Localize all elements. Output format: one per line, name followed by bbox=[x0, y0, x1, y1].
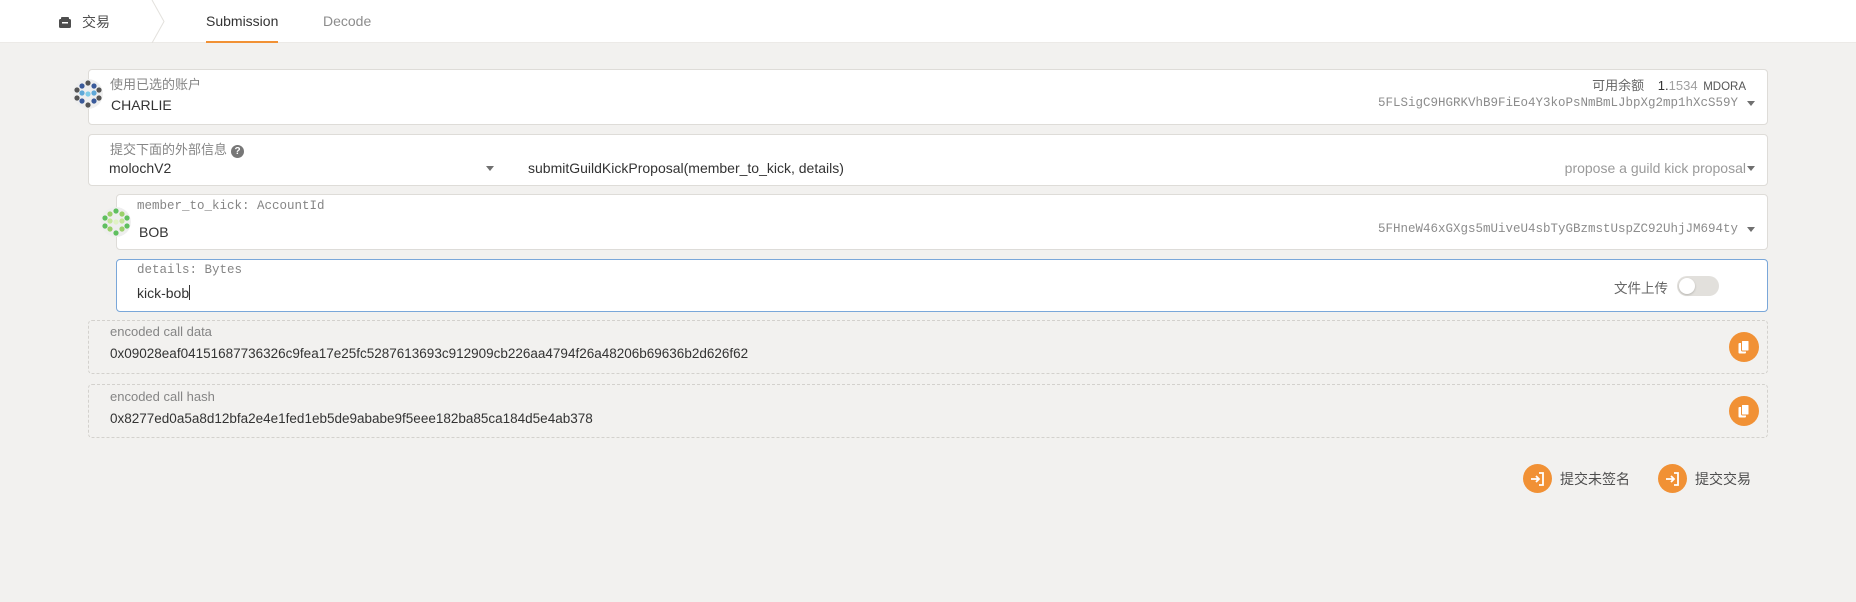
app-title[interactable]: 交易 bbox=[58, 12, 110, 32]
tab-submission[interactable]: Submission bbox=[190, 0, 294, 43]
details-input[interactable] bbox=[116, 259, 1768, 312]
sign-in-icon bbox=[1658, 464, 1687, 493]
balance-integer: 1. bbox=[1657, 78, 1669, 93]
account-dropdown-caret-icon[interactable] bbox=[1747, 101, 1755, 106]
member-name: BOB bbox=[139, 224, 169, 240]
account-name: CHARLIE bbox=[111, 97, 172, 113]
details-value-text: kick-bob bbox=[137, 285, 190, 301]
member-dropdown-caret-icon[interactable] bbox=[1747, 227, 1755, 232]
sign-in-icon bbox=[1523, 464, 1552, 493]
method-select[interactable]: submitGuildKickProposal(member_to_kick, … bbox=[528, 160, 844, 176]
file-upload-label: 文件上传 bbox=[1614, 281, 1668, 296]
details-label: details: Bytes bbox=[137, 263, 243, 277]
copy-icon bbox=[1738, 340, 1750, 354]
available-balance: 可用余额 1.1534 MDORA bbox=[1592, 75, 1746, 94]
extrinsic-label-text: 提交下面的外部信息 bbox=[110, 142, 228, 157]
balance-decimal: 1534 bbox=[1668, 78, 1698, 93]
encoded-call-hash-value: 0x8277ed0a5a8d12bfa2e4e1fed1eb5de9ababe9… bbox=[110, 411, 593, 426]
encoded-call-data-label: encoded call data bbox=[110, 324, 212, 339]
submit-transaction-label: 提交交易 bbox=[1695, 470, 1751, 487]
extrinsic-label: 提交下面的外部信息? bbox=[110, 139, 245, 158]
balance-unit: MDORA bbox=[1703, 81, 1746, 93]
balance-label: 可用余额 bbox=[1592, 78, 1645, 93]
method-dropdown-caret-icon[interactable] bbox=[1747, 166, 1755, 171]
copy-call-hash-button[interactable] bbox=[1729, 396, 1759, 426]
top-navigation-bar: 交易 Submission Decode bbox=[0, 0, 1856, 43]
transaction-icon bbox=[59, 16, 71, 28]
toggle-knob bbox=[1679, 278, 1695, 294]
copy-call-data-button[interactable] bbox=[1729, 332, 1759, 362]
help-icon[interactable]: ? bbox=[231, 145, 245, 158]
submit-unsigned-label: 提交未签名 bbox=[1560, 470, 1630, 487]
chevron-right-separator-icon bbox=[151, 0, 165, 43]
app-title-label: 交易 bbox=[82, 14, 110, 30]
tab-submission-label: Submission bbox=[206, 13, 279, 29]
module-dropdown-caret-icon[interactable] bbox=[486, 166, 494, 171]
account-address: 5FLSigC9HGRKVhB9FiEo4Y3koPsNmBmLJbpXg2mp… bbox=[1377, 96, 1738, 110]
tab-decode[interactable]: Decode bbox=[307, 0, 387, 43]
account-label: 使用已选的账户 bbox=[110, 77, 202, 92]
module-select[interactable]: molochV2 bbox=[109, 160, 171, 176]
encoded-call-data-value: 0x09028eaf04151687736326c9fea17e25fc5287… bbox=[110, 346, 749, 361]
submit-transaction-button[interactable]: 提交交易 bbox=[1658, 464, 1751, 493]
text-cursor bbox=[189, 285, 191, 300]
method-description: propose a guild kick proposal bbox=[1564, 160, 1746, 176]
file-upload-toggle[interactable] bbox=[1677, 276, 1719, 296]
member-to-kick-label: member_to_kick: AccountId bbox=[137, 199, 325, 213]
copy-icon bbox=[1738, 404, 1750, 418]
encoded-call-hash-label: encoded call hash bbox=[110, 389, 215, 404]
extrinsic-selector bbox=[88, 134, 1768, 186]
details-value[interactable]: kick-bob bbox=[137, 285, 191, 301]
member-avatar-identicon bbox=[101, 207, 131, 237]
tab-decode-label: Decode bbox=[323, 13, 372, 29]
account-avatar-identicon bbox=[73, 79, 103, 109]
submit-unsigned-button[interactable]: 提交未签名 bbox=[1523, 464, 1630, 493]
member-address: 5FHneW46xGXgs5mUiveU4sbTyGBzmstUspZC92Uh… bbox=[1377, 222, 1738, 236]
